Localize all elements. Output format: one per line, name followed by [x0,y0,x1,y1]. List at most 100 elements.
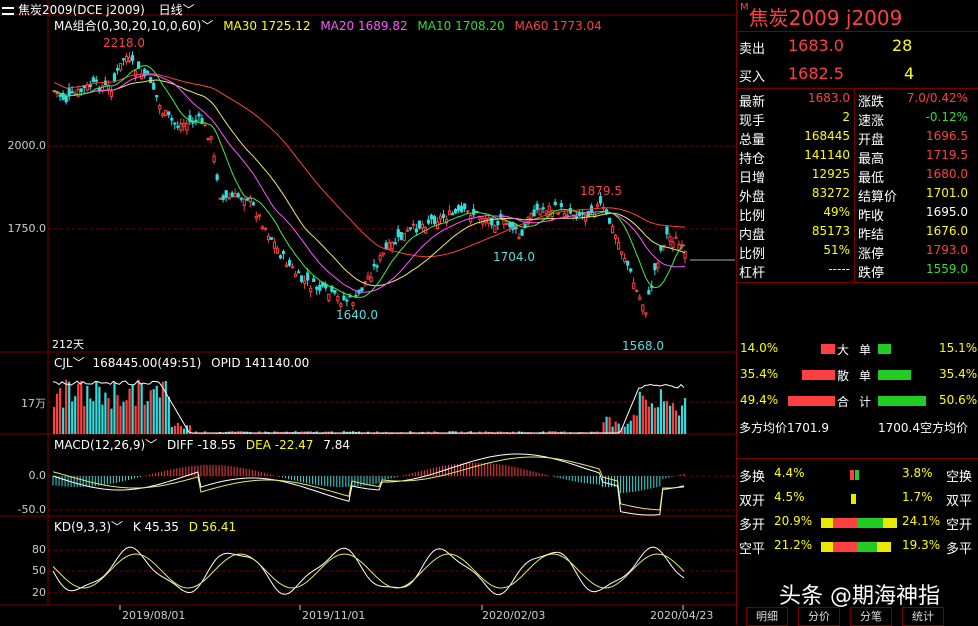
candle-body [127,56,132,62]
quote-label: 涨跌 [858,95,885,110]
candle-body [532,209,536,217]
volume-bar [614,421,617,434]
candle-body [291,266,295,269]
quote-value: 141140 [804,148,850,162]
macd-header: MACD(12,26,9)﹀ DIFF -18.55 DEA -22.47 7.… [54,436,350,453]
quote-value: 1719.5 [926,148,968,162]
volume-bar [647,406,650,434]
candle-body [611,225,615,234]
ma-label[interactable]: MA组合(0,30,20,10,0,60) [54,19,201,33]
quote-label: 内盘 [739,228,766,243]
high-annotation: 2218.0 [103,36,145,50]
candle-body [517,236,521,239]
price-axis-1750: 1750.0 [7,222,47,235]
volume-bar [68,381,71,434]
volume-bar [656,407,660,434]
volume-bar [680,405,684,434]
chevron-down-icon: ﹀ [182,3,195,17]
candle-body [496,220,500,226]
sell-volume: 28 [892,36,913,55]
candle-body [203,124,207,127]
flow-label: 多平 [946,542,973,557]
volume-bars [53,379,687,434]
quote-label: 总量 [739,133,766,148]
menu-icon[interactable] [2,6,14,15]
volume-bar [170,427,173,434]
flow-label: 双开 [739,494,766,509]
candle-body [556,212,560,215]
volume-bar [119,405,122,434]
opid-value: OPID 141140.00 [211,356,310,370]
volume-bar [650,403,653,434]
candle-body [463,203,467,210]
macd-axis-neg50: -50.0 [17,503,46,516]
candle-body [263,227,268,230]
candle-body [451,213,455,216]
quote-row: 持仓 141140 最高 1719.5 [736,147,978,167]
macd-dea-line [52,456,685,511]
candle-body [671,241,675,248]
volume-bar [110,408,113,434]
candle-body [381,252,385,256]
candle-body [312,278,316,283]
candle-body [487,217,491,224]
macd-axis-0: 0.0 [28,469,47,482]
volume-bar [677,415,681,434]
candle-body [635,290,639,293]
quote-label: 最新 [739,95,766,110]
candle-body [553,201,557,205]
volume-bar [176,422,179,434]
candle-body [303,280,307,285]
candle-body [614,234,618,240]
low-annotation-1: 1640.0 [336,308,378,322]
volume-bar [629,420,632,434]
ma-header: MA组合(0,30,20,10,0,60)﹀ MA30 1725.12 MA20… [54,17,602,34]
candle-body [390,241,394,250]
volume-bar [635,415,638,434]
candle-body [278,255,283,259]
candle-body [309,287,313,293]
candle-body [617,241,621,250]
quote-value: 1695.0 [926,205,968,219]
macd-label[interactable]: MACD(12,26,9) [54,438,145,452]
volume-bar [659,389,663,434]
candle-body [233,192,237,198]
candle-body [372,263,376,267]
quote-label: 结算价 [858,190,898,205]
vol-label[interactable]: CJL [54,356,73,370]
volume-bar [53,406,56,434]
quote-label: 速涨 [858,114,885,129]
candle-body [257,214,261,217]
kd-label[interactable]: KD(9,3,3) [54,520,111,534]
quote-row: 杠杆 ----- 跌停 1559.0 [736,261,978,281]
chart-area[interactable]: 焦炭2009(DCE j2009) 日线﹀ MA组合(0,30,20,10,0,… [0,0,735,625]
quote-row: 比例 51% 涨停 1793.0 [736,242,978,262]
candle-body [236,193,240,198]
chart-titlebar: 焦炭2009(DCE j2009) 日线﹀ [2,1,195,18]
volume-bar [683,398,687,434]
quote-label: 开盘 [858,133,885,148]
candle-body [426,219,431,224]
candle-body [387,242,391,250]
candle-body [360,287,364,291]
candle-body [438,215,443,220]
volume-bar [653,407,656,434]
volume-bar [641,395,644,434]
candle-body [544,210,548,215]
volume-bar [662,401,666,434]
volume-bar [671,403,675,434]
volume-bar [608,416,611,434]
candle-body [254,215,258,219]
flow-value: 19.3% [902,538,941,552]
candle-body [641,304,645,312]
volume-bar [125,400,128,434]
quote-label: 昨结 [858,228,885,243]
flow-value: 20.9% [774,514,813,528]
candle-body [659,245,663,251]
period-select[interactable]: 日线﹀ [159,3,195,17]
quote-label: 最高 [858,152,885,167]
candle-body [429,214,434,220]
quote-value: 12925 [811,167,850,181]
candle-body [620,251,624,255]
volume-bar [122,401,125,434]
